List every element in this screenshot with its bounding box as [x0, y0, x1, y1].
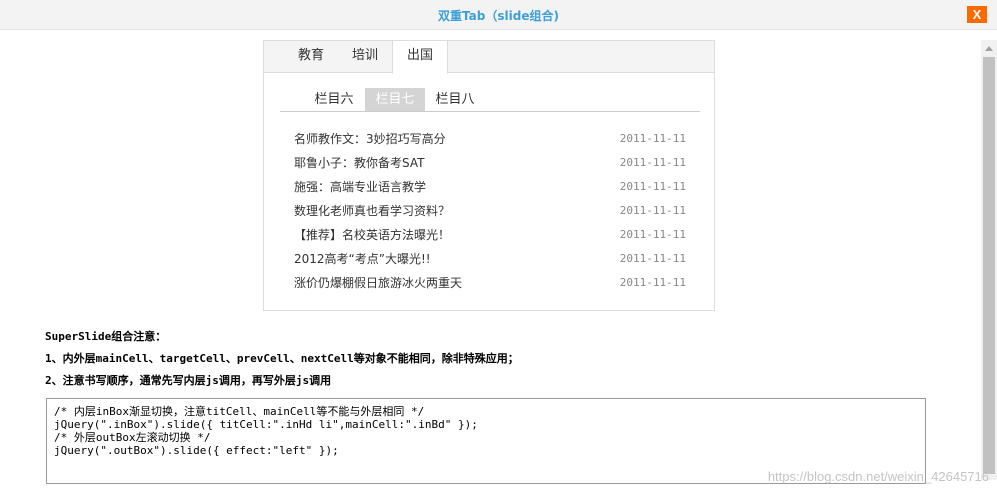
watermark: https://blog.csdn.net/weixin_42645716 — [767, 469, 989, 484]
inner-tab-bar: 栏目六 栏目七 栏目八 — [280, 88, 700, 112]
news-link[interactable]: 2012高考“考点”大曝光!! — [294, 252, 431, 266]
code-line: jQuery(".outBox").slide({ effect:"left" … — [54, 444, 339, 457]
inner-tab-column-8[interactable]: 栏目八 — [425, 88, 485, 111]
list-item: 数理化老师真也看学习资料？ 2011-11-11 — [294, 199, 686, 223]
news-link[interactable]: 【推荐】名校英语方法曝光！ — [294, 228, 450, 242]
outer-tab-education[interactable]: 教育 — [284, 41, 338, 73]
news-date: 2011-11-11 — [619, 276, 686, 289]
news-date: 2011-11-11 — [619, 180, 686, 193]
news-list: 名师教作文：3妙招巧写高分 2011-11-11 耶鲁小子：教你备考SAT 20… — [294, 127, 686, 295]
outer-tab-bar: 教育 培训 出国 — [264, 41, 714, 74]
notes-heading: SuperSlide组合注意： — [45, 330, 167, 343]
list-item: 【推荐】名校英语方法曝光！ 2011-11-11 — [294, 223, 686, 247]
list-item: 耶鲁小子：教你备考SAT 2011-11-11 — [294, 151, 686, 175]
outer-tab-training[interactable]: 培训 — [338, 41, 392, 73]
note-1: 1、内外层mainCell、targetCell、prevCell、nextCe… — [45, 352, 519, 365]
close-button[interactable]: X — [967, 6, 987, 23]
news-link[interactable]: 名师教作文：3妙招巧写高分 — [294, 132, 446, 146]
outer-tab-abroad[interactable]: 出国 — [392, 41, 448, 74]
code-line: jQuery(".inBox").slide({ titCell:".inHd … — [54, 418, 478, 431]
vertical-scrollbar[interactable] — [981, 40, 997, 480]
news-date: 2011-11-11 — [619, 132, 686, 145]
news-date: 2011-11-11 — [619, 228, 686, 241]
news-link[interactable]: 数理化老师真也看学习资料？ — [294, 204, 450, 218]
list-item: 涨价仍爆棚假日旅游冰火两重天 2011-11-11 — [294, 271, 686, 295]
code-line: /* 外层outBox左滚动切换 */ — [54, 431, 211, 444]
scroll-thumb[interactable] — [983, 57, 995, 474]
usage-notes: SuperSlide组合注意： 1、内外层mainCell、targetCell… — [45, 329, 945, 395]
news-date: 2011-11-11 — [619, 204, 686, 217]
scroll-up-arrow-icon[interactable] — [985, 46, 993, 51]
news-link[interactable]: 涨价仍爆棚假日旅游冰火两重天 — [294, 276, 462, 290]
dialog-title: 双重Tab（slide组合) — [438, 9, 559, 23]
news-date: 2011-11-11 — [619, 156, 686, 169]
news-date: 2011-11-11 — [619, 252, 686, 265]
list-item: 施强：高端专业语言教学 2011-11-11 — [294, 175, 686, 199]
inner-tab-column-6[interactable]: 栏目六 — [304, 88, 364, 111]
dialog-titlebar: 双重Tab（slide组合) X — [0, 0, 997, 30]
code-line: /* 内层inBox渐显切换，注意titCell、mainCell等不能与外层相… — [54, 405, 425, 418]
list-item: 名师教作文：3妙招巧写高分 2011-11-11 — [294, 127, 686, 151]
note-2: 2、注意书写顺序，通常先写内层js调用，再写外层js调用 — [45, 374, 332, 387]
list-item: 2012高考“考点”大曝光!! 2011-11-11 — [294, 247, 686, 271]
news-link[interactable]: 耶鲁小子：教你备考SAT — [294, 156, 424, 170]
news-link[interactable]: 施强：高端专业语言教学 — [294, 180, 426, 194]
out-box: 教育 培训 出国 栏目六 栏目七 栏目八 名师教作文：3妙招巧写高分 2011-… — [263, 40, 715, 311]
inner-tab-column-7[interactable]: 栏目七 — [365, 88, 425, 111]
